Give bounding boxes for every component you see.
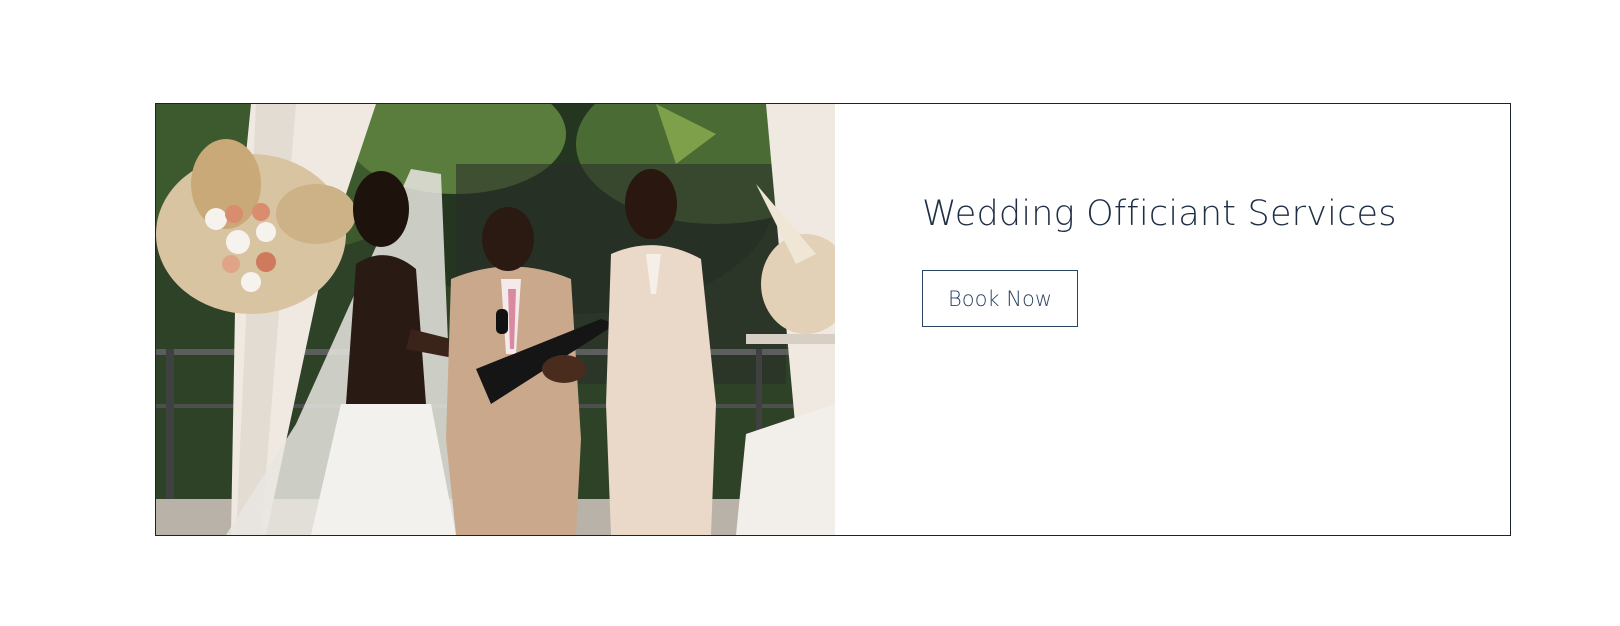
wedding-ceremony-illustration xyxy=(156,104,835,535)
service-card: Wedding Officiant Services Book Now xyxy=(155,103,1511,536)
book-now-button[interactable]: Book Now xyxy=(922,270,1078,327)
wedding-ceremony-photo xyxy=(156,104,835,535)
page: Wedding Officiant Services Book Now xyxy=(0,0,1620,626)
service-card-content: Wedding Officiant Services Book Now xyxy=(835,104,1510,535)
service-title: Wedding Officiant Services xyxy=(922,194,1397,234)
